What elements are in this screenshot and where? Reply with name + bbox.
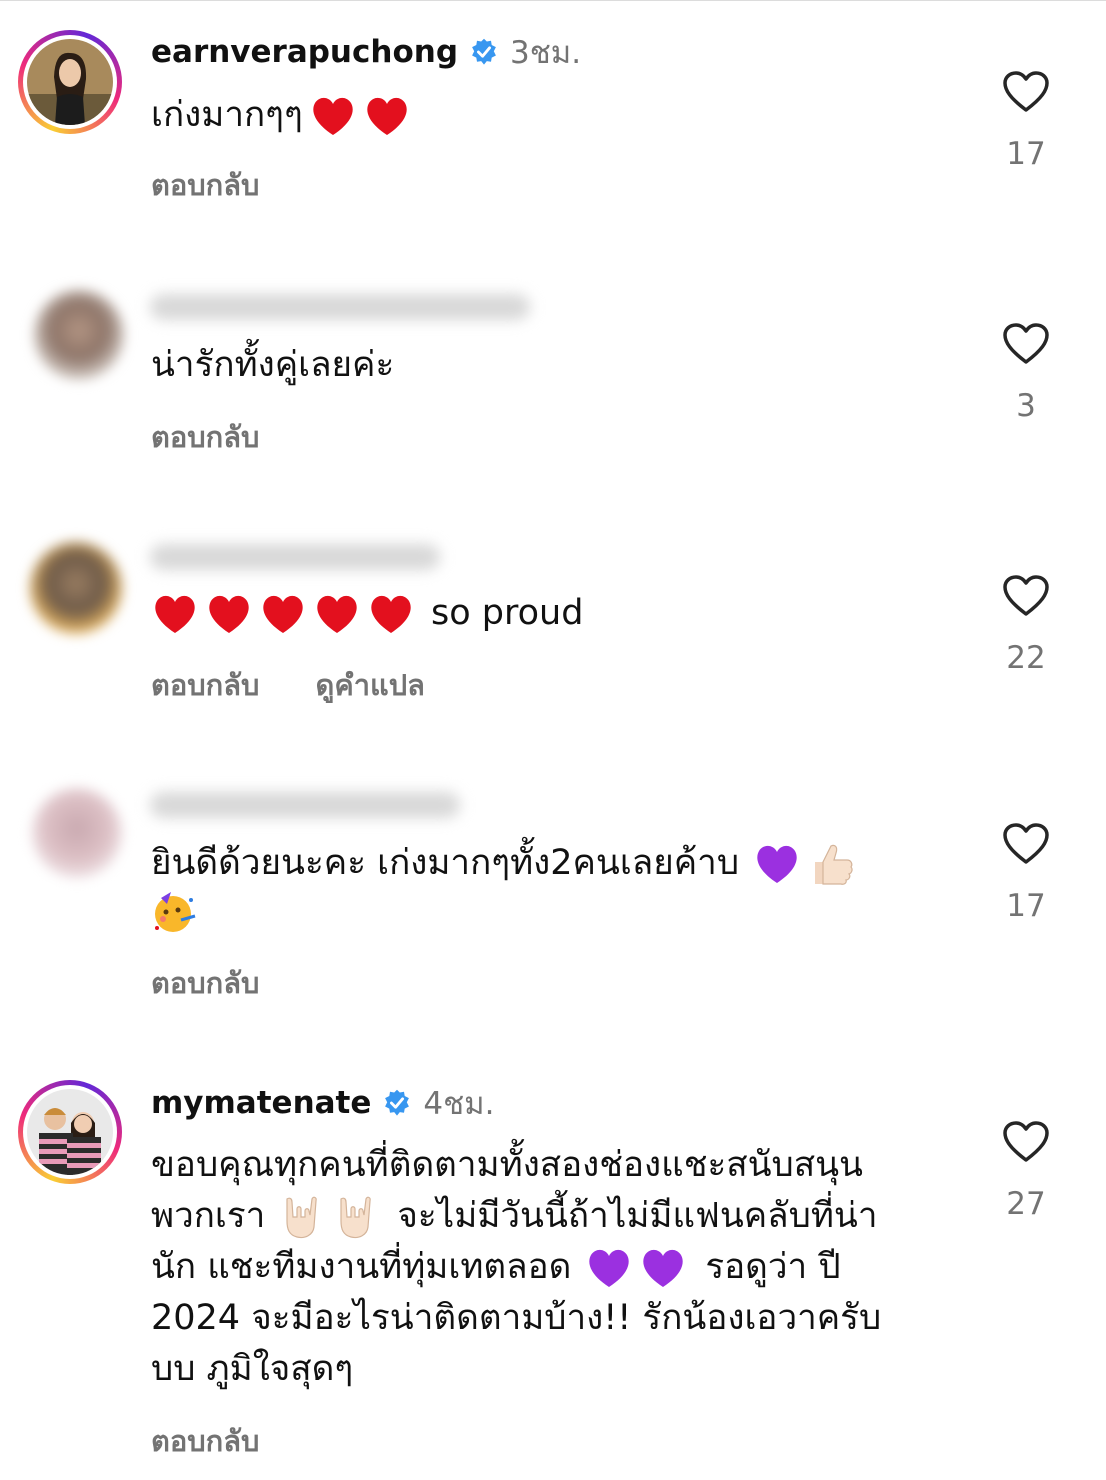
heart-outline-icon[interactable] [1002, 322, 1050, 366]
profile-photo-blurred [34, 290, 124, 380]
reply-button[interactable]: ตอบกลับ [151, 420, 259, 454]
verified-badge-icon [385, 1089, 410, 1116]
see-translation-button[interactable]: ดูคำแปล [316, 668, 425, 702]
avatar[interactable] [18, 780, 122, 884]
comment-text-line4: 2024 จะมีอะไรน่าติดตามบ้าง!! รักน้องเอวา… [151, 1298, 882, 1338]
purple-heart-icon [589, 1249, 630, 1287]
red-heart-icon [155, 595, 195, 633]
purple-heart-icon [643, 1249, 684, 1287]
profile-photo [27, 39, 113, 125]
avatar[interactable] [18, 532, 122, 636]
username-blurred [150, 792, 460, 818]
comment-text-line2 [151, 886, 205, 937]
partying-face-icon [155, 892, 196, 932]
comment-text: so proud [151, 588, 583, 639]
comment-text-line2: พวกเรา จะไม่มีวันนี้ถ้าไม่มีแฟนคลับที่น่า [151, 1191, 877, 1242]
username[interactable]: earnverapuchong [151, 34, 458, 70]
heart-outline-icon[interactable] [1002, 1120, 1050, 1164]
heart-outline-icon[interactable] [1002, 70, 1050, 114]
like-area: 17 [1000, 70, 1052, 172]
heart-outline-icon[interactable] [1002, 822, 1050, 866]
username[interactable]: mymatenate [151, 1085, 371, 1121]
comment-text-line5: บบ ภูมิใจสุดๆ [151, 1349, 354, 1389]
username-blurred [150, 544, 440, 570]
red-heart-icon [313, 97, 353, 135]
profile-photo-blurred [30, 542, 122, 634]
sign-of-horns-icon [340, 1196, 372, 1239]
avatar[interactable] [18, 282, 124, 386]
avatar[interactable] [18, 1080, 122, 1184]
verified-badge-icon [472, 38, 496, 65]
comment-text: น่ารักทั้งคู่เลยค่ะ [151, 345, 395, 385]
comment-time: 4ชม. [423, 1086, 495, 1122]
like-area: 22 [1000, 574, 1052, 676]
like-count: 17 [1006, 136, 1046, 172]
username-blurred [150, 294, 530, 320]
like-count: 3 [1016, 388, 1036, 424]
top-divider [0, 0, 1106, 1]
red-heart-icon [317, 595, 357, 633]
comment-time: 3ชม. [510, 35, 582, 71]
purple-heart-icon [757, 845, 797, 883]
comment-text-line1: ขอบคุณทุกคนที่ติดตามทั้งสองช่องแชะสนับสน… [151, 1145, 863, 1185]
reply-button[interactable]: ตอบกลับ [151, 168, 259, 202]
sign-of-horns-icon [286, 1196, 318, 1239]
red-heart-icon [367, 97, 407, 135]
profile-photo [27, 1089, 113, 1175]
like-area: 3 [1000, 322, 1052, 424]
profile-photo-blurred [32, 788, 122, 878]
like-area: 27 [1000, 1120, 1052, 1222]
reply-button[interactable]: ตอบกลับ [151, 668, 259, 702]
comment-text: เก่งมากๆๆ [151, 90, 417, 141]
thumbs-up-icon [815, 844, 853, 885]
comment-header: earnverapuchong 3ชม. [151, 32, 581, 72]
red-heart-icon [371, 595, 411, 633]
red-heart-icon [263, 595, 303, 633]
reply-button[interactable]: ตอบกลับ [151, 1424, 259, 1458]
heart-outline-icon[interactable] [1002, 574, 1050, 618]
comment-header: mymatenate 4ชม. [151, 1083, 494, 1123]
like-count: 27 [1006, 1186, 1046, 1222]
comment-text: ยินดีด้วยนะคะ เก่งมากๆทั้ง2คนเลยค้าบ [151, 838, 861, 889]
like-area: 17 [1000, 822, 1052, 924]
like-count: 22 [1006, 640, 1046, 676]
avatar[interactable] [18, 30, 122, 134]
reply-button[interactable]: ตอบกลับ [151, 966, 259, 1000]
like-count: 17 [1006, 888, 1046, 924]
red-heart-icon [209, 595, 249, 633]
comment-text-line3: นัก แชะทีมงานที่ทุ่มเทตลอด รอดูว่า ปี [151, 1242, 841, 1293]
